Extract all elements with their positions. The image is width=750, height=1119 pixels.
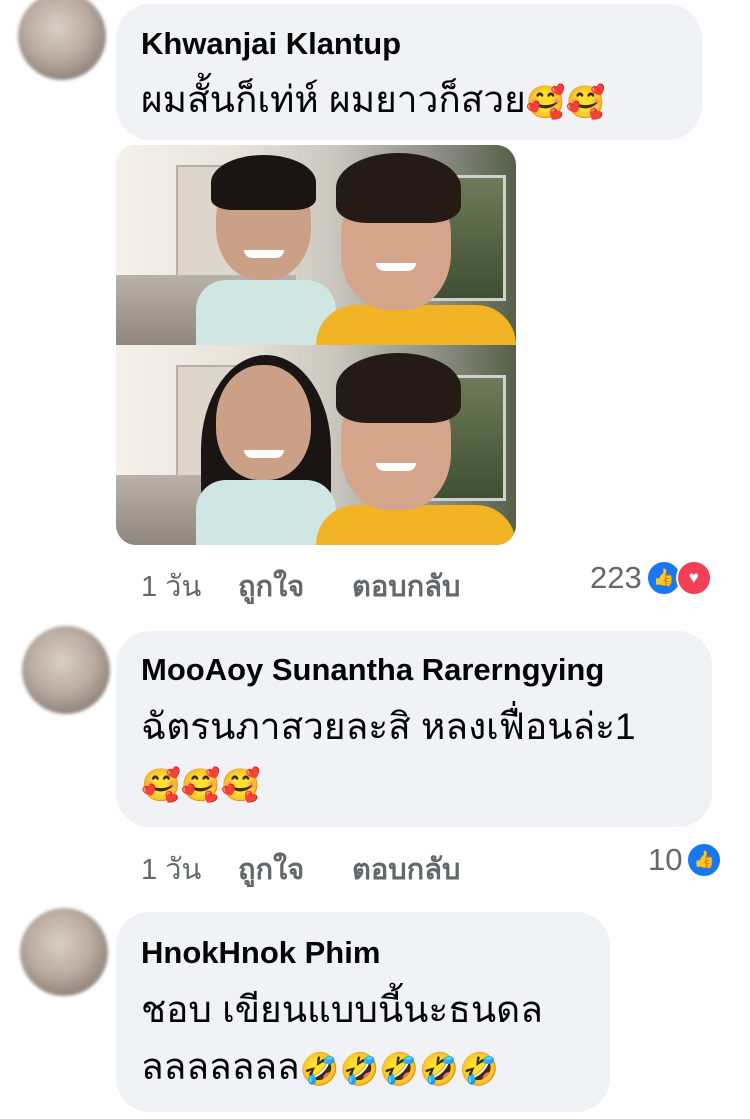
comment-time[interactable]: 1 วัน [141,846,201,892]
reply-button[interactable]: ตอบกลับ [352,563,460,609]
commenter-name[interactable]: HnokHnok Phim [141,935,380,971]
comment-text: ชอบ เขียนแบบนี้นะธนดล [141,989,543,1030]
comment-text: ฉัตรนภาสวยละสิ หลงเฟื่อนล่ะ1 [141,706,636,747]
reaction-summary[interactable]: 223 👍 ♥ [590,560,712,596]
comment-photo[interactable] [116,145,516,545]
photo-bottom-half [116,345,516,545]
reaction-count: 223 [590,560,642,595]
comment-text-content: ลลลลลลล [141,1046,300,1087]
avatar[interactable] [22,626,110,714]
rofl-emoji: 🤣🤣🤣🤣🤣 [299,1051,499,1088]
reaction-count: 10 [648,842,683,877]
comment-text-line2: ลลลลลลล🤣🤣🤣🤣🤣 [141,1042,499,1094]
comment-text-content: ผมสั้นก็เท่ห์ ผมยาวก็สวย [141,79,526,120]
like-button[interactable]: ถูกใจ [238,846,304,892]
like-button[interactable]: ถูกใจ [238,563,304,609]
avatar[interactable] [18,0,106,80]
commenter-name[interactable]: MooAoy Sunantha Rarerngying [141,652,604,688]
smiling-hearts-emoji: 🥰🥰🥰 [141,767,261,804]
commenter-name[interactable]: Khwanjai Klantup [141,26,401,62]
reply-button[interactable]: ตอบกลับ [352,846,460,892]
comment-emojis: 🥰🥰🥰 [141,758,261,810]
love-icon: ♥ [675,560,712,596]
avatar[interactable] [20,908,108,996]
photo-top-half [116,145,516,345]
like-icon: 👍 [686,842,723,878]
reaction-summary[interactable]: 10 👍 [648,842,723,878]
comment-time[interactable]: 1 วัน [141,563,201,609]
comment-text: ผมสั้นก็เท่ห์ ผมยาวก็สวย🥰🥰 [141,75,605,127]
smiling-hearts-emoji: 🥰🥰 [525,84,606,121]
